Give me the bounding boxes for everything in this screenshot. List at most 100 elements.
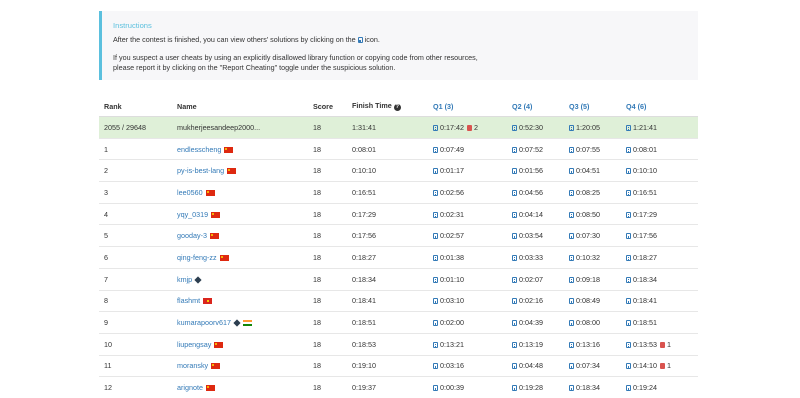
- solution-doc-icon[interactable]: [569, 168, 574, 175]
- q4-cell: 0:18:34: [621, 267, 698, 290]
- user-link[interactable]: qing-feng-zz: [177, 253, 217, 262]
- solution-doc-icon[interactable]: [626, 211, 631, 218]
- solution-doc-icon[interactable]: [626, 363, 631, 370]
- solution-doc-icon[interactable]: [626, 254, 631, 261]
- header-q1[interactable]: Q1 (3): [428, 96, 507, 117]
- solution-doc-icon[interactable]: [569, 211, 574, 218]
- q2-cell: 0:01:56: [507, 159, 564, 182]
- solution-doc-icon[interactable]: [512, 124, 517, 131]
- solution-doc-icon[interactable]: [626, 168, 631, 175]
- score-cell: 18: [308, 354, 347, 377]
- solution-doc-icon[interactable]: [433, 341, 438, 348]
- q4-time: 0:19:24: [633, 383, 657, 393]
- q4-cell: 0:10:10: [621, 159, 698, 182]
- solution-doc-icon[interactable]: [569, 385, 574, 392]
- solution-doc-icon[interactable]: [569, 124, 574, 131]
- user-link[interactable]: py-is-best-lang: [177, 166, 224, 175]
- solution-doc-icon[interactable]: [569, 233, 574, 240]
- ranking-table: Rank Name Score Finish Time ? Q1 (3) Q2 …: [99, 96, 698, 398]
- table-row: 8 flashmt 18 0:18:41 0:03:10 0:02:16 0:08:49 0:…: [99, 289, 698, 312]
- user-link[interactable]: kmjp: [177, 275, 192, 284]
- header-q3[interactable]: Q3 (5): [564, 96, 621, 117]
- solution-doc-icon[interactable]: [626, 298, 631, 305]
- q4-time: 0:16:51: [633, 187, 657, 197]
- user-link[interactable]: endlesscheng: [177, 145, 221, 154]
- instructions-text-2: If you suspect a user cheats by using an…: [113, 53, 478, 62]
- solution-doc-icon[interactable]: [569, 146, 574, 153]
- q2-cell: 0:19:28: [507, 376, 564, 398]
- q1-cell: 0:02:56: [428, 181, 507, 204]
- solution-doc-icon[interactable]: [433, 211, 438, 218]
- solution-doc-icon[interactable]: [433, 146, 438, 153]
- solution-doc-icon[interactable]: [512, 385, 517, 392]
- user-link[interactable]: yqy_0319: [177, 210, 208, 219]
- solution-doc-icon[interactable]: [626, 320, 631, 327]
- q3-cell: 0:07:34: [564, 354, 621, 377]
- wrong-submission-icon: [659, 363, 665, 370]
- solution-doc-icon[interactable]: [512, 341, 517, 348]
- solution-doc-icon[interactable]: [512, 211, 517, 218]
- table-row: 11 moransky 18 0:19:10 0:03:16 0:04:48 0:07:34…: [99, 354, 698, 377]
- user-link[interactable]: liupengsay: [177, 340, 211, 349]
- china-flag-icon: [211, 211, 221, 218]
- solution-doc-icon[interactable]: [626, 276, 631, 283]
- solution-doc-icon[interactable]: [512, 363, 517, 370]
- rank-cell: 3: [99, 181, 172, 204]
- user-link[interactable]: lee0560: [177, 188, 203, 197]
- solution-doc-icon[interactable]: [626, 124, 631, 131]
- header-q2[interactable]: Q2 (4): [507, 96, 564, 117]
- solution-doc-icon[interactable]: [626, 233, 631, 240]
- current-user-row: 2055 / 29648 mukherjeesandeep2000... 18 1:3…: [99, 116, 698, 139]
- q4-cell: 0:13:53 1: [621, 332, 698, 356]
- solution-doc-icon[interactable]: [433, 168, 438, 175]
- solution-doc-icon[interactable]: [512, 233, 517, 240]
- solution-doc-icon[interactable]: [512, 254, 517, 261]
- q3-cell: 0:08:50: [564, 202, 621, 225]
- solution-doc-icon[interactable]: [433, 298, 438, 305]
- solution-doc-icon[interactable]: [569, 276, 574, 283]
- user-link[interactable]: flashmt: [177, 296, 200, 305]
- solution-doc-icon[interactable]: [569, 298, 574, 305]
- q3-cell: 0:08:00: [564, 311, 621, 334]
- solution-doc-icon[interactable]: [512, 189, 517, 196]
- user-name: mukherjeesandeep2000...: [177, 122, 261, 132]
- solution-doc-icon[interactable]: [433, 363, 438, 370]
- solution-doc-icon[interactable]: [626, 146, 631, 153]
- name-cell: py-is-best-lang: [172, 159, 308, 182]
- rank-cell: 6: [99, 246, 172, 269]
- solution-doc-icon[interactable]: [626, 341, 631, 348]
- solution-doc-icon[interactable]: [569, 189, 574, 196]
- solution-doc-icon[interactable]: [569, 363, 574, 370]
- rank-cell: 11: [99, 354, 172, 377]
- globe-icon: [233, 319, 241, 327]
- header-q4[interactable]: Q4 (6): [621, 96, 698, 117]
- solution-doc-icon[interactable]: [433, 189, 438, 196]
- solution-doc-icon[interactable]: [512, 298, 517, 305]
- q4-cell: 0:16:51: [621, 181, 698, 204]
- help-icon[interactable]: ?: [393, 104, 401, 111]
- solution-doc-icon[interactable]: [626, 385, 631, 392]
- user-link[interactable]: arignote: [177, 383, 203, 392]
- solution-doc-icon[interactable]: [512, 320, 517, 327]
- solution-doc-icon[interactable]: [569, 341, 574, 348]
- solution-doc-icon[interactable]: [512, 146, 517, 153]
- user-link[interactable]: moransky: [177, 361, 208, 370]
- solution-doc-icon[interactable]: [433, 124, 438, 131]
- user-link[interactable]: kumarapoorv617: [177, 318, 231, 327]
- solution-doc-icon[interactable]: [512, 276, 517, 283]
- solution-doc-icon[interactable]: [569, 320, 574, 327]
- q3-time: 0:10:32: [576, 252, 600, 262]
- solution-doc-icon[interactable]: [433, 320, 438, 327]
- solution-doc-icon[interactable]: [433, 276, 438, 283]
- q2-time: 0:01:56: [519, 166, 543, 176]
- user-link[interactable]: gooday-3: [177, 231, 207, 240]
- solution-doc-icon[interactable]: [626, 189, 631, 196]
- solution-doc-icon[interactable]: [433, 254, 438, 261]
- q1-time: 0:07:49: [440, 144, 464, 154]
- q3-time: 0:13:16: [576, 339, 600, 349]
- solution-doc-icon[interactable]: [433, 233, 438, 240]
- q3-time: 0:08:49: [576, 296, 600, 306]
- solution-doc-icon[interactable]: [569, 254, 574, 261]
- solution-doc-icon[interactable]: [512, 168, 517, 175]
- solution-doc-icon[interactable]: [433, 385, 438, 392]
